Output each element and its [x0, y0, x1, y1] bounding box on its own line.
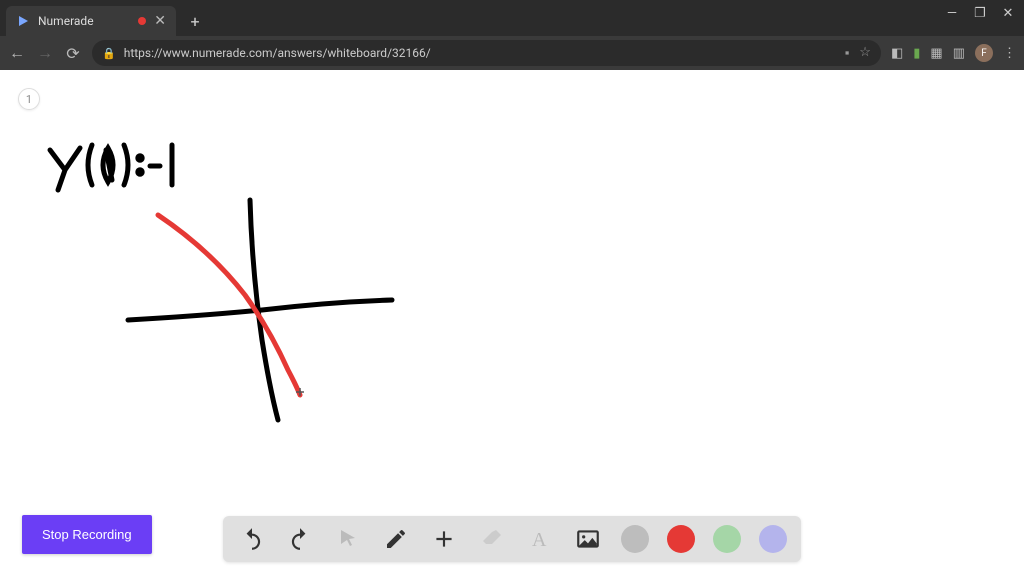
- color-purple-button[interactable]: [759, 525, 787, 553]
- svg-text:A: A: [532, 529, 547, 551]
- handwriting-equation: [50, 145, 172, 190]
- pointer-tool-button[interactable]: [333, 524, 363, 554]
- window-restore-icon[interactable]: ❐: [970, 6, 990, 21]
- drawing-surface[interactable]: [0, 70, 1024, 576]
- lock-icon: 🔒: [102, 47, 116, 60]
- tab-title: Numerade: [38, 14, 130, 28]
- nav-forward-icon[interactable]: →: [36, 43, 54, 63]
- star-icon[interactable]: ☆: [859, 45, 871, 61]
- whiteboard-canvas[interactable]: 1: [0, 70, 1024, 576]
- redo-button[interactable]: [285, 524, 315, 554]
- stop-recording-button[interactable]: Stop Recording: [22, 515, 152, 554]
- camera-icon[interactable]: ▪: [845, 45, 850, 61]
- address-bar: ← → ⟳ 🔒 https://www.numerade.com/answers…: [0, 36, 1024, 70]
- image-tool-button[interactable]: [573, 524, 603, 554]
- whiteboard-toolbar: A: [223, 516, 801, 562]
- url-field[interactable]: 🔒 https://www.numerade.com/answers/white…: [92, 40, 881, 66]
- extension-icon-3[interactable]: ▦: [930, 46, 942, 61]
- extension-icons: ◧ ▮ ▦ ▥ F ⋮: [891, 44, 1016, 62]
- extension-icon-4[interactable]: ▥: [953, 46, 965, 61]
- text-tool-button[interactable]: A: [525, 524, 555, 554]
- nav-back-icon[interactable]: ←: [8, 43, 26, 63]
- eraser-tool-button[interactable]: [477, 524, 507, 554]
- axes-drawing: [128, 200, 392, 420]
- url-text: https://www.numerade.com/answers/whitebo…: [124, 46, 837, 60]
- color-green-button[interactable]: [713, 525, 741, 553]
- extension-icon-1[interactable]: ◧: [891, 46, 903, 61]
- new-tab-button[interactable]: +: [182, 8, 208, 34]
- browser-chrome: — ❐ ✕ Numerade ✕ + ← → ⟳ 🔒 https://www.n…: [0, 0, 1024, 70]
- browser-tab[interactable]: Numerade ✕: [6, 6, 176, 36]
- tab-close-icon[interactable]: ✕: [154, 13, 166, 29]
- recording-indicator-icon: [138, 17, 146, 25]
- tab-bar: Numerade ✕ +: [0, 0, 1024, 36]
- color-gray-button[interactable]: [621, 525, 649, 553]
- window-controls: — ❐ ✕: [942, 6, 1018, 21]
- pencil-tool-button[interactable]: [381, 524, 411, 554]
- browser-menu-icon[interactable]: ⋮: [1003, 46, 1016, 61]
- window-close-icon[interactable]: ✕: [998, 6, 1018, 21]
- undo-button[interactable]: [237, 524, 267, 554]
- window-minimize-icon[interactable]: —: [942, 6, 962, 21]
- nav-reload-icon[interactable]: ⟳: [64, 44, 82, 63]
- add-tool-button[interactable]: [429, 524, 459, 554]
- curve-drawing: [158, 215, 300, 395]
- tab-favicon-icon: [16, 14, 30, 28]
- profile-avatar[interactable]: F: [975, 44, 993, 62]
- color-red-button[interactable]: [667, 525, 695, 553]
- extension-icon-2[interactable]: ▮: [913, 46, 920, 61]
